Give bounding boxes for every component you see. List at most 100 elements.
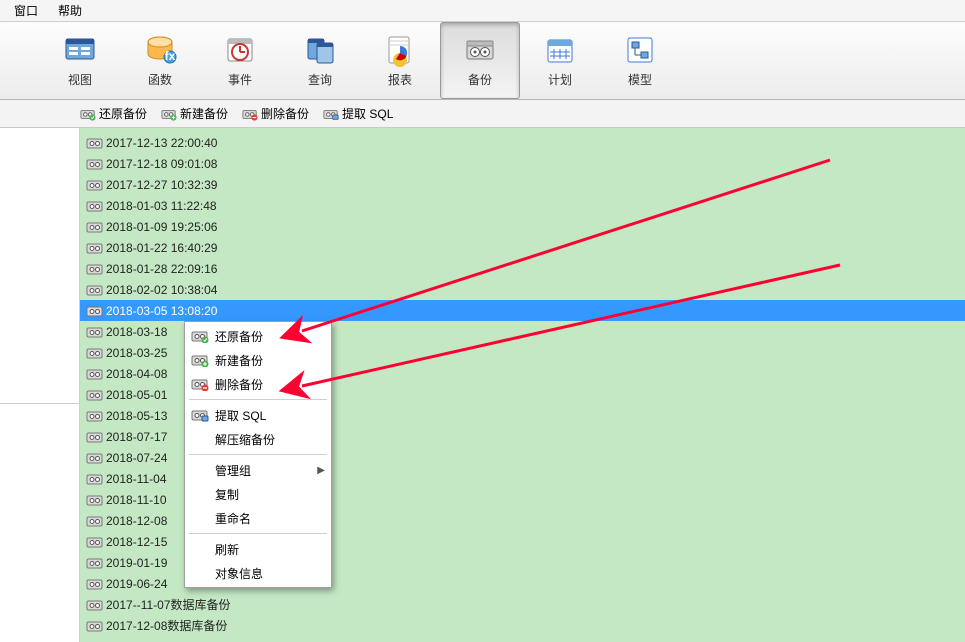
toolbar-report-label: 报表 <box>388 71 412 88</box>
backup-row-label: 2018-05-13 <box>106 409 167 423</box>
extract-icon <box>323 107 339 121</box>
backup-file-icon <box>86 388 104 402</box>
toolbar-query-button[interactable]: 查询 <box>280 22 360 99</box>
delete-backup-button[interactable]: 删除备份 <box>242 105 309 122</box>
backup-file-icon <box>86 283 104 297</box>
backup-row-label: 2018-01-09 19:25:06 <box>106 220 217 234</box>
backup-file-icon <box>86 304 104 318</box>
sub-toolbar: 还原备份 新建备份 删除备份提取 SQL <box>0 100 965 128</box>
backup-file-icon <box>86 472 104 486</box>
backup-file-icon <box>86 367 104 381</box>
backup-row[interactable]: 2017-12-13 22:00:40 <box>80 132 965 153</box>
backup-icon <box>463 33 497 67</box>
main-toolbar: 视图 fx函数事件查询 报表 备份计划 模型 <box>0 22 965 100</box>
backup-file-icon <box>86 430 104 444</box>
backup-row[interactable]: 2018-01-03 11:22:48 <box>80 195 965 216</box>
backup-row-label: 2018-01-22 16:40:29 <box>106 241 217 255</box>
backup-file-icon <box>86 178 104 192</box>
backup-row-label: 2017-12-08数据库备份 <box>106 617 227 634</box>
navigator-pane[interactable] <box>0 128 80 642</box>
toolbar-query-label: 查询 <box>308 71 332 88</box>
restore-icon <box>80 107 96 121</box>
context-menu-item[interactable]: 新建备份 <box>185 348 331 372</box>
function-icon: fx <box>143 33 177 67</box>
context-menu-item[interactable]: 提取 SQL <box>185 403 331 427</box>
context-menu-item[interactable]: 删除备份 <box>185 372 331 396</box>
backup-row-label: 2018-07-17 <box>106 430 167 444</box>
backup-row[interactable]: 2018-01-22 16:40:29 <box>80 237 965 258</box>
toolbar-view-button[interactable]: 视图 <box>40 22 120 99</box>
delbk-icon <box>242 107 258 121</box>
delete-backup-label: 删除备份 <box>261 105 309 122</box>
extract-sql-button[interactable]: 提取 SQL <box>323 105 393 122</box>
new-backup-label: 新建备份 <box>180 105 228 122</box>
backup-list-pane[interactable]: 2017-12-13 22:00:40 2017-12-18 09:01:08 20… <box>80 128 965 642</box>
backup-file-icon <box>86 556 104 570</box>
backup-row[interactable]: 2018-01-09 19:25:06 <box>80 216 965 237</box>
backup-row[interactable]: 2018-03-05 13:08:20 <box>80 300 965 321</box>
context-menu-item-label: 重命名 <box>215 510 251 527</box>
backup-row-label: 2018-12-08 <box>106 514 167 528</box>
backup-row-label: 2018-01-28 22:09:16 <box>106 262 217 276</box>
newbk-icon <box>161 107 177 121</box>
toolbar-model-button[interactable]: 模型 <box>600 22 680 99</box>
backup-row-label: 2019-01-19 <box>106 556 167 570</box>
query-icon <box>303 33 337 67</box>
backup-row-label: 2017--11-07数据库备份 <box>106 596 231 613</box>
context-menu-item-label: 提取 SQL <box>215 407 266 424</box>
toolbar-backup-button[interactable]: 备份 <box>440 22 520 99</box>
backup-file-icon <box>86 325 104 339</box>
event-icon <box>223 33 257 67</box>
backup-file-icon <box>86 451 104 465</box>
context-menu: 还原备份新建备份删除备份提取 SQL 解压缩备份管理组▶ 复制重命名刷新对象信息 <box>184 321 332 588</box>
backup-row[interactable]: 2017-12-27 10:32:39 <box>80 174 965 195</box>
toolbar-event-button[interactable]: 事件 <box>200 22 280 99</box>
backup-file-icon <box>86 220 104 234</box>
backup-row-label: 2019-06-24 <box>106 577 167 591</box>
context-menu-item-label: 还原备份 <box>215 328 263 345</box>
model-icon <box>623 33 657 67</box>
delbk-icon <box>191 377 209 391</box>
context-menu-item[interactable]: 复制 <box>185 482 331 506</box>
backup-row-label: 2018-03-18 <box>106 325 167 339</box>
restore-icon <box>191 329 209 343</box>
new-backup-button[interactable]: 新建备份 <box>161 105 228 122</box>
restore-backup-button[interactable]: 还原备份 <box>80 105 147 122</box>
context-menu-item[interactable]: 解压缩备份 <box>185 427 331 451</box>
menu-1[interactable]: 帮助 <box>48 0 92 21</box>
backup-file-icon <box>86 535 104 549</box>
context-menu-separator <box>189 533 327 534</box>
backup-row[interactable]: 2017-12-18 09:01:08 <box>80 153 965 174</box>
backup-row[interactable]: 2018-01-28 22:09:16 <box>80 258 965 279</box>
toolbar-view-label: 视图 <box>68 71 92 88</box>
context-menu-item[interactable]: 重命名 <box>185 506 331 530</box>
context-menu-item[interactable]: 还原备份 <box>185 324 331 348</box>
backup-row[interactable]: 2017-12-08数据库备份 <box>80 615 965 636</box>
backup-row-label: 2018-01-03 11:22:48 <box>106 199 217 213</box>
extract-icon <box>191 408 209 422</box>
backup-row[interactable]: 2018-02-02 10:38:04 <box>80 279 965 300</box>
context-menu-item[interactable]: 刷新 <box>185 537 331 561</box>
backup-file-icon <box>86 619 104 633</box>
backup-file-icon <box>86 577 104 591</box>
context-menu-item-label: 复制 <box>215 486 239 503</box>
context-menu-separator <box>189 454 327 455</box>
backup-file-icon <box>86 241 104 255</box>
context-menu-item-label: 刷新 <box>215 541 239 558</box>
backup-row[interactable]: 2017--11-07数据库备份 <box>80 594 965 615</box>
toolbar-report-button[interactable]: 报表 <box>360 22 440 99</box>
context-menu-item[interactable]: 对象信息 <box>185 561 331 585</box>
context-menu-item-label: 对象信息 <box>215 565 263 582</box>
backup-file-icon <box>86 136 104 150</box>
backup-file-icon <box>86 598 104 612</box>
backup-file-icon <box>86 346 104 360</box>
backup-row-label: 2017-12-27 10:32:39 <box>106 178 217 192</box>
backup-row-label: 2017-12-13 22:00:40 <box>106 136 217 150</box>
toolbar-schedule-button[interactable]: 计划 <box>520 22 600 99</box>
context-menu-item[interactable]: 管理组▶ <box>185 458 331 482</box>
context-menu-item-label: 删除备份 <box>215 376 263 393</box>
toolbar-schedule-label: 计划 <box>548 71 572 88</box>
toolbar-func-button[interactable]: fx函数 <box>120 22 200 99</box>
menu-0[interactable]: 窗口 <box>4 0 48 21</box>
context-menu-item-label: 新建备份 <box>215 352 263 369</box>
